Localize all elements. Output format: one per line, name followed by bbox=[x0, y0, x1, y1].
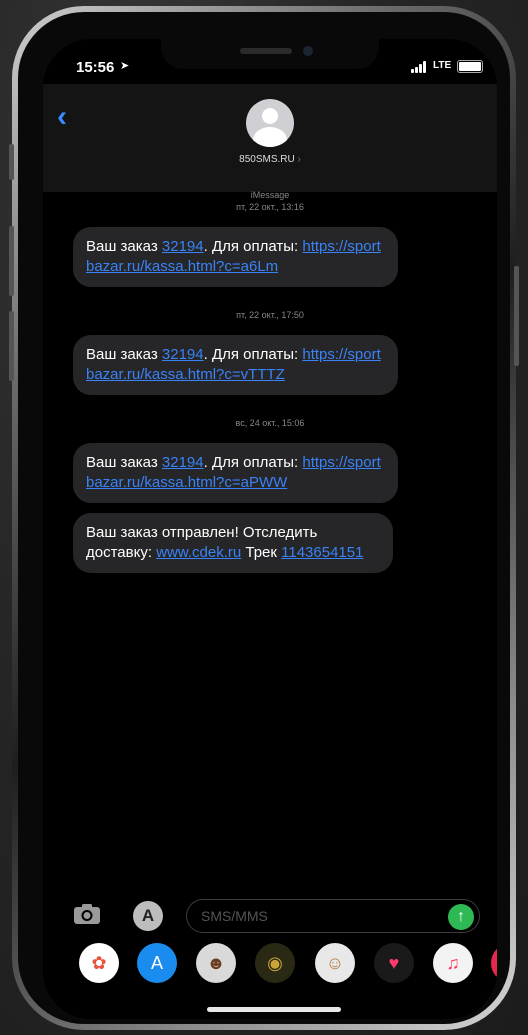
phone-bezel: 15:56 ➤ LTE ‹ 850SMS.RU › iMessage пт, 2… bbox=[18, 12, 510, 1024]
app-store-icon[interactable]: A bbox=[133, 901, 163, 931]
volume-up-button bbox=[9, 226, 14, 296]
order-number-link[interactable]: 32194 bbox=[162, 346, 204, 363]
itunes-music-icon[interactable]: ♫ bbox=[433, 943, 473, 983]
message-text: Ваш заказ bbox=[86, 238, 162, 255]
compose-bar: A ↑ bbox=[43, 889, 497, 943]
message-text: . Для оплаты: bbox=[203, 238, 303, 255]
app-store-icon[interactable]: A bbox=[137, 943, 177, 983]
message-text: Ваш заказ bbox=[86, 454, 162, 471]
message-text: Трек bbox=[241, 544, 282, 561]
imessage-label: iMessage bbox=[250, 190, 290, 200]
more-apps-icon[interactable]: ● bbox=[491, 943, 497, 983]
battery-icon bbox=[457, 60, 483, 73]
message-text: . Для оплаты: bbox=[203, 346, 303, 363]
screen: 15:56 ➤ LTE ‹ 850SMS.RU › iMessage пт, 2… bbox=[43, 39, 497, 1019]
power-button bbox=[514, 266, 519, 366]
order-number-link[interactable]: 32194 bbox=[162, 238, 204, 255]
track-number-link[interactable]: 1143654151 bbox=[281, 544, 363, 561]
silent-switch bbox=[9, 144, 14, 180]
signal-strength-icon bbox=[411, 61, 429, 73]
chevron-right-icon: › bbox=[297, 154, 301, 165]
conversation-header: ‹ 850SMS.RU › bbox=[43, 84, 497, 192]
message-timestamp: пт, 22 окт., 17:50 bbox=[236, 310, 304, 320]
memoji-icon[interactable]: ☻ bbox=[196, 943, 236, 983]
camera-icon[interactable] bbox=[73, 903, 101, 925]
message-text: Ваш заказ bbox=[86, 346, 162, 363]
animoji-icon[interactable]: ☺ bbox=[315, 943, 355, 983]
music-disc-icon[interactable]: ◉ bbox=[255, 943, 295, 983]
message-timestamp: iMessage пт, 22 окт., 13:16 bbox=[43, 189, 497, 213]
avatar-head bbox=[262, 108, 278, 124]
message-bubble[interactable]: Ваш заказ 32194. Для оплаты: https://spo… bbox=[73, 443, 398, 503]
location-arrow-icon: ➤ bbox=[120, 60, 130, 72]
message-bubble[interactable]: Ваш заказ 32194. Для оплаты: https://spo… bbox=[73, 227, 398, 287]
timestamp-text: пт, 22 окт., 13:16 bbox=[236, 202, 304, 212]
contact-avatar[interactable] bbox=[246, 99, 294, 147]
message-bubble[interactable]: Ваш заказ 32194. Для оплаты: https://spo… bbox=[73, 335, 398, 395]
home-indicator[interactable] bbox=[207, 1007, 341, 1012]
front-camera bbox=[303, 46, 313, 56]
message-timestamp: вс, 24 окт., 15:06 bbox=[235, 418, 305, 428]
iphone-frame: 15:56 ➤ LTE ‹ 850SMS.RU › iMessage пт, 2… bbox=[9, 6, 519, 1030]
message-text: . Для оплаты: bbox=[203, 454, 303, 471]
photos-app-icon[interactable]: ✿ bbox=[79, 943, 119, 983]
send-button[interactable]: ↑ bbox=[448, 904, 474, 930]
contact-name[interactable]: 850SMS.RU › bbox=[43, 154, 497, 165]
message-bubble[interactable]: Ваш заказ отправлен! Отследить доставку:… bbox=[73, 513, 393, 573]
message-input[interactable] bbox=[186, 899, 480, 933]
status-time: 15:56 bbox=[76, 59, 115, 76]
notch bbox=[161, 39, 379, 69]
network-type: LTE bbox=[433, 60, 452, 71]
back-chevron-icon[interactable]: ‹ bbox=[57, 102, 67, 132]
message-list: iMessage пт, 22 окт., 13:16 Ваш заказ 32… bbox=[43, 189, 497, 573]
imessage-app-drawer: ✿ A ☻ ◉ ☺ ♥ ♫ ● bbox=[43, 943, 497, 989]
avatar-shoulders bbox=[253, 127, 287, 147]
order-number-link[interactable]: 32194 bbox=[162, 454, 204, 471]
cdek-link[interactable]: www.cdek.ru bbox=[156, 544, 241, 561]
digital-touch-icon[interactable]: ♥ bbox=[374, 943, 414, 983]
volume-down-button bbox=[9, 311, 14, 381]
earpiece-speaker bbox=[240, 48, 292, 54]
